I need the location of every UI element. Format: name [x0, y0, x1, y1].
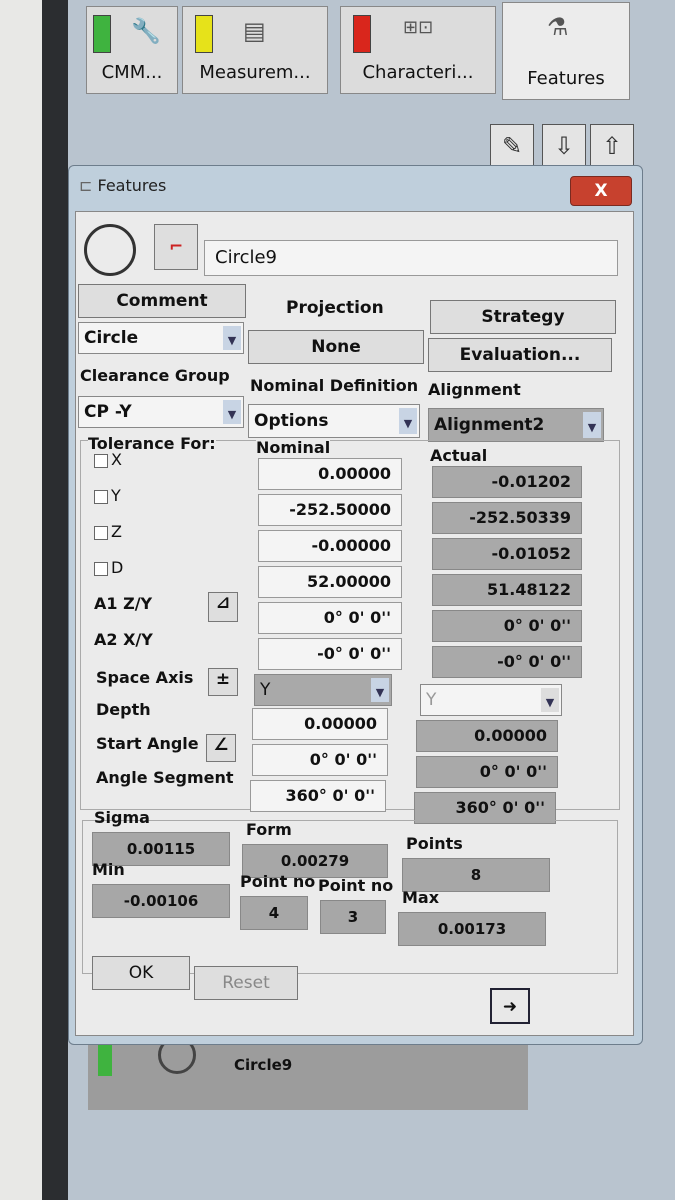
tab-cmm[interactable]: 🔧 CMM...: [86, 6, 178, 94]
feature-name-input[interactable]: Circle9: [204, 240, 618, 276]
actual-y-value: -252.50339: [432, 502, 582, 534]
status-color-red: [353, 15, 371, 53]
feature-type-select[interactable]: Circle ▼: [78, 322, 244, 354]
nominal-a1-z-y-input[interactable]: 0° 0' 0'': [258, 602, 402, 634]
chevron-down-icon: ▼: [583, 412, 601, 438]
strategy-button[interactable]: Strategy: [430, 300, 616, 334]
tolerance-checkbox[interactable]: [94, 525, 108, 540]
actual-a1-z-y-value: 0° 0' 0'': [432, 610, 582, 642]
status-color-green: [93, 15, 111, 53]
actual-header: Actual: [430, 446, 488, 465]
edit-button[interactable]: ✎: [490, 124, 534, 168]
max-point-no-label: Point no: [318, 876, 394, 895]
depth-label: Depth: [96, 700, 151, 719]
tab-measurement[interactable]: ▤ Measurem...: [182, 6, 328, 94]
tolerance-checkbox[interactable]: [94, 453, 108, 468]
min-point-no-value: 4: [240, 896, 308, 930]
depth-actual-value: 0.00000: [416, 720, 558, 752]
tab-features[interactable]: ⚗ Features: [502, 2, 630, 100]
dialog-body: ⌐ Circle9 Comment Projection None Strate…: [75, 211, 634, 1036]
tolerance-checkbox[interactable]: [94, 561, 108, 576]
projection-label: Projection: [286, 298, 384, 318]
min-point-no-label: Point no: [240, 872, 316, 891]
start-angle-button[interactable]: ∠: [206, 734, 236, 762]
points-value: 8: [402, 858, 550, 892]
depth-nominal-input[interactable]: 0.00000: [252, 708, 388, 740]
move-up-button[interactable]: ⇧: [590, 124, 634, 168]
actual-z-value: -0.01052: [432, 538, 582, 570]
start-angle-label: Start Angle: [96, 734, 199, 753]
features-dialog: ⊏ Features X ⌐ Circle9 Comment Projectio…: [68, 165, 643, 1045]
angle-icon: ⊿: [215, 593, 231, 613]
arrow-right-icon: ➜: [502, 997, 518, 1017]
space-axis-actual-select: Y ▼: [420, 684, 562, 716]
tolerance-a2-x-y: A2 X/Y: [94, 630, 153, 649]
points-label: Points: [406, 834, 463, 853]
alignment-select[interactable]: Alignment2 ▼: [428, 408, 604, 442]
tolerance-x[interactable]: X: [94, 450, 122, 469]
probe-icon: ⌐: [168, 237, 184, 257]
chevron-down-icon: ▼: [223, 326, 241, 350]
max-point-no-value: 3: [320, 900, 386, 934]
tolerance-a1-z-y: A1 Z/Y: [94, 594, 153, 613]
features-icon: ⚗: [547, 13, 569, 41]
actual-d-value: 51.48122: [432, 574, 582, 606]
list-item[interactable]: Circle9: [234, 1056, 292, 1074]
chevron-down-icon: ▼: [223, 400, 241, 424]
tab-characteristics[interactable]: ⊞⊡ Characteri...: [340, 6, 496, 94]
probe-button[interactable]: ⌐: [154, 224, 198, 270]
dialog-title: ⊏ Features: [79, 176, 167, 195]
clearance-group-label: Clearance Group: [80, 366, 230, 385]
circle-feature-icon: [84, 224, 136, 276]
max-value: 0.00173: [398, 912, 546, 946]
comment-button[interactable]: Comment: [78, 284, 246, 318]
next-button[interactable]: ➜: [490, 988, 530, 1024]
tolerance-z[interactable]: Z: [94, 522, 122, 541]
nominal-x-input[interactable]: 0.00000: [258, 458, 402, 490]
actual-a2-x-y-value: -0° 0' 0'': [432, 646, 582, 678]
tolerance-y[interactable]: Y: [94, 486, 121, 505]
nominal-d-input[interactable]: 52.00000: [258, 566, 402, 598]
characteristic-icon: ⊞⊡: [403, 17, 434, 38]
nominal-z-input[interactable]: -0.00000: [258, 530, 402, 562]
nominal-definition-select[interactable]: Options ▼: [248, 404, 420, 438]
close-button[interactable]: X: [570, 176, 632, 206]
angle-icon: ∠: [213, 735, 229, 755]
chevron-down-icon: ▼: [541, 688, 559, 712]
space-axis-label: Space Axis: [96, 668, 194, 687]
angle-segment-nominal-input[interactable]: 360° 0' 0'': [250, 780, 386, 812]
nominal-a2-x-y-input[interactable]: -0° 0' 0'': [258, 638, 402, 670]
min-value: -0.00106: [92, 884, 230, 918]
wrench-icon: 🔧: [131, 17, 161, 45]
space-axis-nominal-select[interactable]: Y ▼: [254, 674, 392, 706]
actual-x-value: -0.01202: [432, 466, 582, 498]
projection-button[interactable]: None: [248, 330, 424, 364]
chevron-down-icon: ▼: [399, 408, 417, 434]
nominal-y-input[interactable]: -252.50000: [258, 494, 402, 526]
alignment-label: Alignment: [428, 380, 521, 399]
sigma-label: Sigma: [94, 808, 150, 827]
features-icon: ⊏: [79, 176, 98, 195]
wall-background: [0, 0, 42, 1200]
document-icon: ▤: [243, 17, 266, 45]
evaluation-button[interactable]: Evaluation...: [428, 338, 612, 372]
tolerance-d[interactable]: D: [94, 558, 123, 577]
reset-button[interactable]: Reset: [194, 966, 298, 1000]
angle-segment-label: Angle Segment: [96, 768, 234, 787]
a1-button[interactable]: ⊿: [208, 592, 238, 622]
start-angle-actual-value: 0° 0' 0'': [416, 756, 558, 788]
tolerance-checkbox[interactable]: [94, 489, 108, 504]
max-label: Max: [402, 888, 440, 907]
move-down-button[interactable]: ⇩: [542, 124, 586, 168]
plus-minus-button[interactable]: ±: [208, 668, 238, 696]
status-color-yellow: [195, 15, 213, 53]
ok-button[interactable]: OK: [92, 956, 190, 990]
nominal-definition-label: Nominal Definition: [250, 376, 419, 395]
clearance-group-select[interactable]: CP -Y ▼: [78, 396, 244, 428]
chevron-down-icon: ▼: [371, 678, 389, 702]
start-angle-nominal-input[interactable]: 0° 0' 0'': [252, 744, 388, 776]
form-label: Form: [246, 820, 292, 839]
min-label: Min: [92, 860, 125, 879]
nominal-header: Nominal: [256, 438, 331, 457]
